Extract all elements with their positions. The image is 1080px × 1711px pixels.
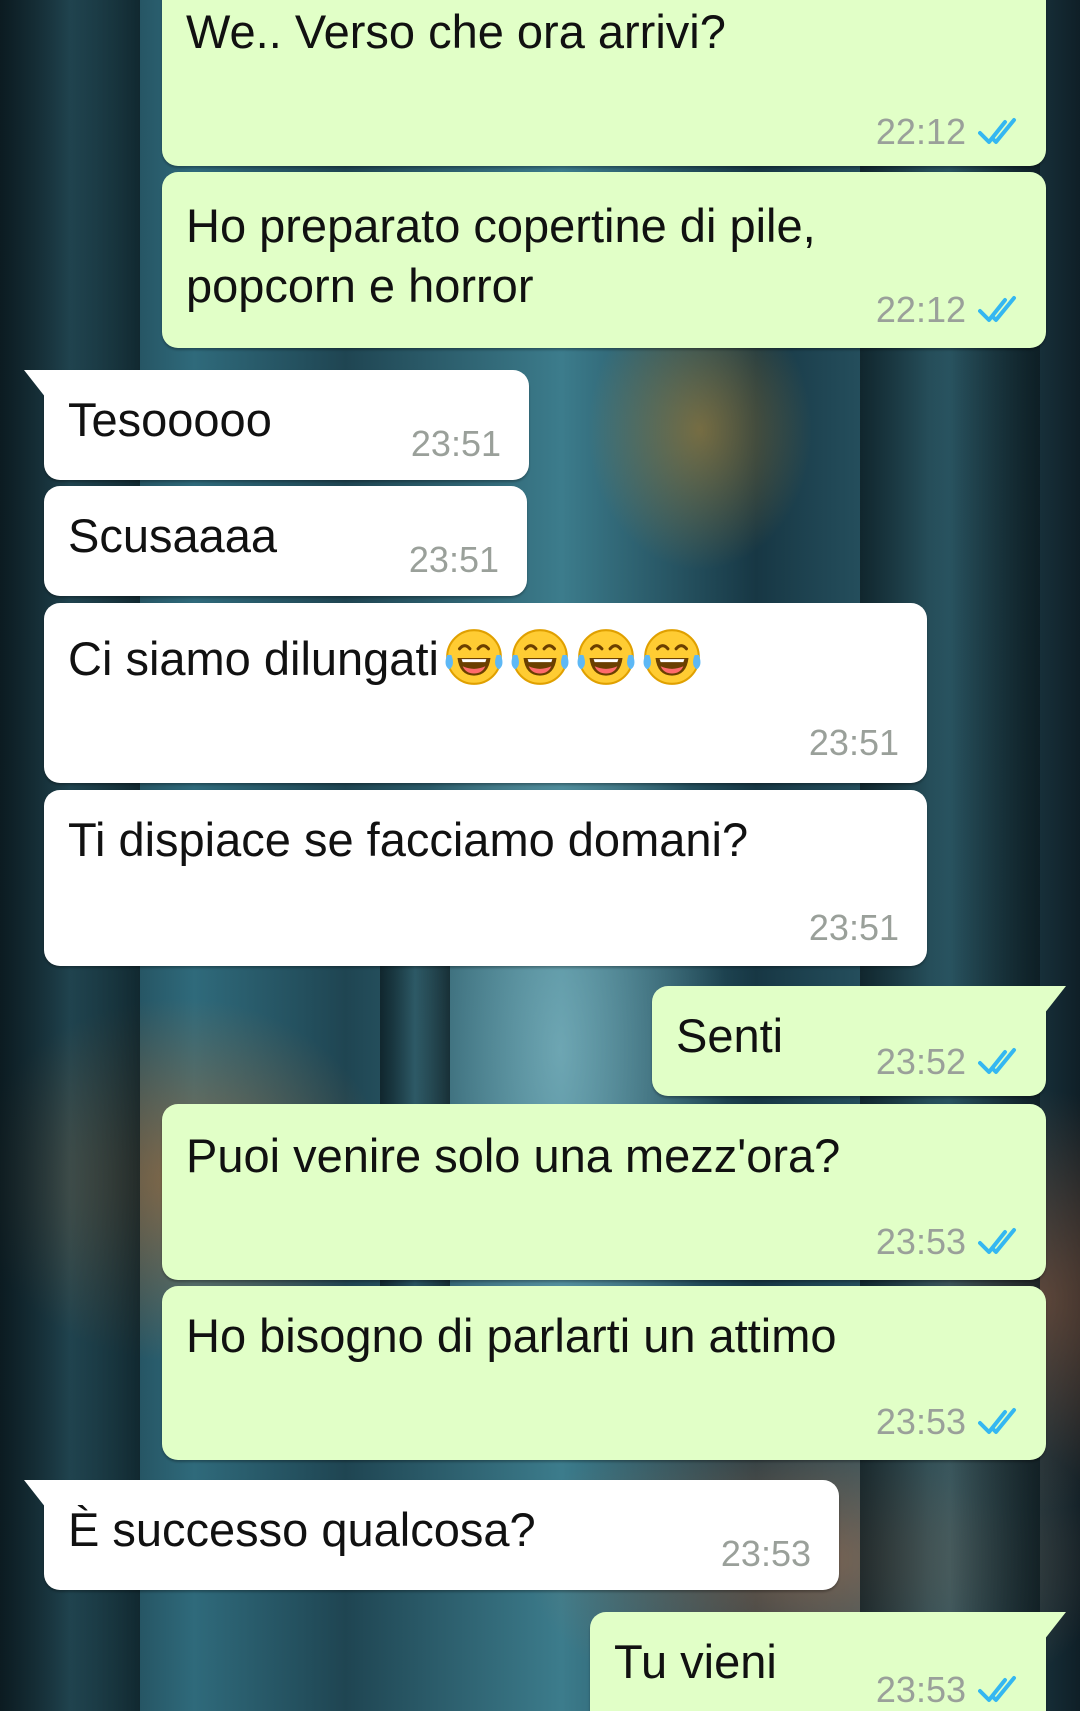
double-check-read-icon [978, 1228, 1016, 1254]
message-time: 22:12 [875, 111, 966, 152]
face-with-tears-of-joy-icon [511, 628, 569, 685]
message-time: 23:51 [808, 722, 899, 763]
message-time: 23:51 [808, 907, 899, 948]
message-meta: 22:12 [876, 112, 1024, 152]
message-bubble-outgoing[interactable]: Puoi venire solo una mezz'ora? 23:53 [162, 1104, 1046, 1280]
message-text: Tu vieni [614, 1635, 777, 1688]
message-text: Ci siamo dilungati [68, 632, 439, 685]
message-meta: 23:52 [876, 1042, 1024, 1082]
message-meta: 23:51 [809, 723, 899, 763]
message-text: Ho preparato copertine di pile, [186, 199, 816, 252]
message-meta: 23:51 [809, 908, 899, 948]
message-text: Senti [676, 1009, 784, 1062]
message-text-row: Ci siamo dilungati [68, 628, 705, 696]
message-text: Tesooooo [68, 393, 272, 446]
message-meta: 23:53 [876, 1670, 1024, 1710]
chat-background: We.. Verso che ora arrivi? 22:12 Ho prep… [0, 0, 1080, 1711]
message-text: Scusaaaa [68, 509, 278, 562]
double-check-read-icon [978, 118, 1016, 144]
face-with-tears-of-joy-icon [643, 628, 701, 685]
message-text: We.. Verso che ora arrivi? [186, 5, 726, 58]
message-bubble-outgoing[interactable]: Ho bisogno di parlarti un attimo 23:53 [162, 1286, 1046, 1460]
face-with-tears-of-joy-icon [441, 624, 705, 690]
message-meta: 23:53 [876, 1222, 1024, 1262]
message-meta: 23:51 [409, 540, 499, 580]
message-text: È successo qualcosa? [68, 1503, 536, 1556]
message-time: 23:53 [875, 1221, 966, 1262]
message-bubble-incoming[interactable]: Ti dispiace se facciamo domani? 23:51 [44, 790, 927, 966]
message-text: Ho bisogno di parlarti un attimo [186, 1309, 837, 1362]
message-time: 23:53 [875, 1401, 966, 1442]
message-time: 23:53 [875, 1669, 966, 1710]
message-text: Puoi venire solo una mezz'ora? [186, 1129, 841, 1182]
message-time: 23:51 [410, 423, 501, 464]
message-time: 23:51 [408, 539, 499, 580]
message-bubble-incoming[interactable]: Tesooooo 23:51 [24, 370, 529, 480]
message-bubble-outgoing[interactable]: Senti 23:52 [652, 986, 1066, 1096]
message-text-line-2: popcorn e horror [186, 259, 534, 312]
message-meta: 22:12 [876, 290, 1024, 330]
double-check-read-icon [978, 1676, 1016, 1702]
message-time: 23:52 [875, 1041, 966, 1082]
message-bubble-incoming[interactable]: Ci siamo dilungati 23:51 [44, 603, 927, 783]
face-with-tears-of-joy-icon [577, 628, 635, 685]
message-meta: 23:53 [876, 1402, 1024, 1442]
message-bubble-outgoing[interactable]: Ho preparato copertine di pile, popcorn … [162, 172, 1046, 348]
message-bubble-outgoing[interactable]: Tu vieni 23:53 [590, 1612, 1066, 1711]
face-with-tears-of-joy-icon [445, 628, 503, 685]
message-time: 22:12 [875, 289, 966, 330]
message-time: 23:53 [720, 1533, 811, 1574]
double-check-read-icon [978, 1048, 1016, 1074]
double-check-read-icon [978, 296, 1016, 322]
message-bubble-incoming[interactable]: È successo qualcosa? 23:53 [24, 1480, 839, 1590]
message-meta: 23:51 [411, 424, 501, 464]
message-bubble-incoming[interactable]: Scusaaaa 23:51 [44, 486, 527, 596]
double-check-read-icon [978, 1408, 1016, 1434]
message-bubble-outgoing[interactable]: We.. Verso che ora arrivi? 22:12 [162, 0, 1046, 166]
message-text: Ti dispiace se facciamo domani? [68, 813, 749, 866]
message-meta: 23:53 [721, 1534, 811, 1574]
